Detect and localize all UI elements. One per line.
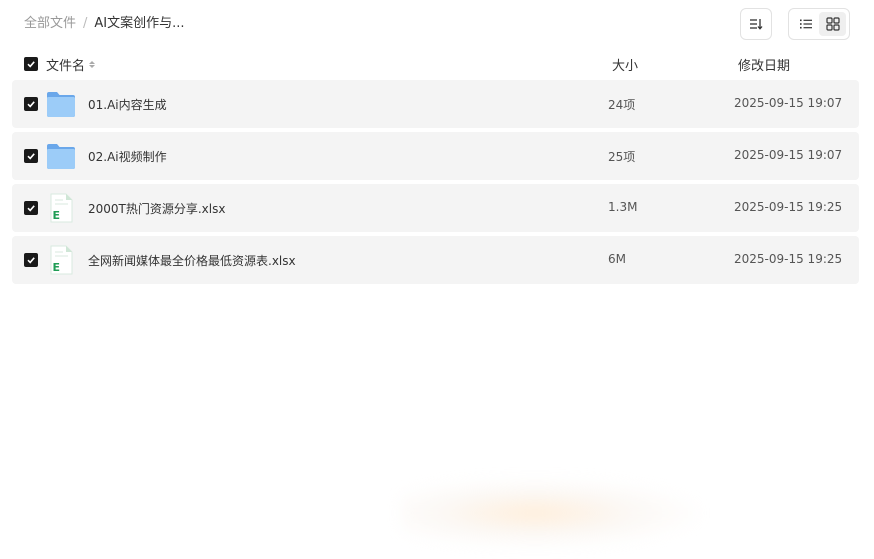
checkmark-icon: [27, 257, 35, 264]
svg-text:E: E: [53, 261, 61, 274]
breadcrumb-root-link[interactable]: 全部文件: [24, 15, 76, 33]
breadcrumb: 全部文件 / AI文案创作与...: [24, 15, 185, 33]
file-name[interactable]: 2000T热门资源分享.xlsx: [88, 200, 225, 217]
excel-file-icon: E: [50, 245, 73, 275]
file-name[interactable]: 02.Ai视频制作: [88, 148, 167, 165]
name-column-header[interactable]: 文件名: [46, 55, 96, 74]
select-all-checkbox[interactable]: [24, 57, 38, 71]
file-date: 2025-09-15 19:25: [734, 200, 843, 214]
file-date: 2025-09-15 19:25: [734, 252, 843, 266]
file-name[interactable]: 全网新闻媒体最全价格最低资源表.xlsx: [88, 252, 296, 269]
grid-view-button[interactable]: [819, 12, 846, 36]
date-column-header[interactable]: 修改日期: [738, 55, 790, 74]
list-view-button[interactable]: [792, 12, 819, 36]
excel-file-icon: E: [50, 193, 73, 223]
row-checkbox[interactable]: [24, 201, 38, 215]
file-size: 1.3M: [608, 200, 638, 214]
file-date: 2025-09-15 19:07: [734, 96, 843, 110]
svg-text:E: E: [53, 209, 61, 222]
name-column-label: 文件名: [46, 59, 86, 74]
checkmark-icon: [27, 101, 35, 108]
file-date: 2025-09-15 19:07: [734, 148, 843, 162]
breadcrumb-separator: /: [83, 16, 88, 31]
file-manager: 全部文件 / AI文案创作与... 文件名 大小 修改日期 01.Ai内容生成 …: [0, 0, 874, 559]
checkmark-icon: [27, 205, 35, 212]
size-column-header[interactable]: 大小: [612, 55, 638, 74]
file-size: 6M: [608, 252, 626, 266]
file-row[interactable]: E 2000T热门资源分享.xlsx 1.3M 2025-09-15 19:25: [12, 184, 859, 232]
file-row[interactable]: 02.Ai视频制作 25项 2025-09-15 19:07: [12, 132, 859, 180]
breadcrumb-current-folder: AI文案创作与...: [94, 16, 185, 31]
file-name[interactable]: 01.Ai内容生成: [88, 96, 167, 113]
checkmark-icon: [27, 61, 35, 68]
file-size: 24项: [608, 98, 636, 112]
sort-button[interactable]: [740, 8, 772, 40]
file-size: 25项: [608, 150, 636, 164]
file-row[interactable]: 01.Ai内容生成 24项 2025-09-15 19:07: [12, 80, 859, 128]
table-header: 文件名 大小 修改日期: [12, 52, 859, 76]
sort-caret-icon: [89, 61, 96, 68]
view-toggle: [788, 8, 850, 40]
grid-view-icon: [825, 17, 840, 31]
folder-icon: [47, 92, 75, 117]
list-view-icon: [799, 19, 812, 29]
folder-icon: [47, 144, 75, 169]
row-checkbox[interactable]: [24, 149, 38, 163]
row-checkbox[interactable]: [24, 253, 38, 267]
sort-icon: [750, 19, 763, 30]
file-row[interactable]: E 全网新闻媒体最全价格最低资源表.xlsx 6M 2025-09-15 19:…: [12, 236, 859, 284]
checkmark-icon: [27, 153, 35, 160]
row-checkbox[interactable]: [24, 97, 38, 111]
decorative-glow: [400, 478, 700, 548]
